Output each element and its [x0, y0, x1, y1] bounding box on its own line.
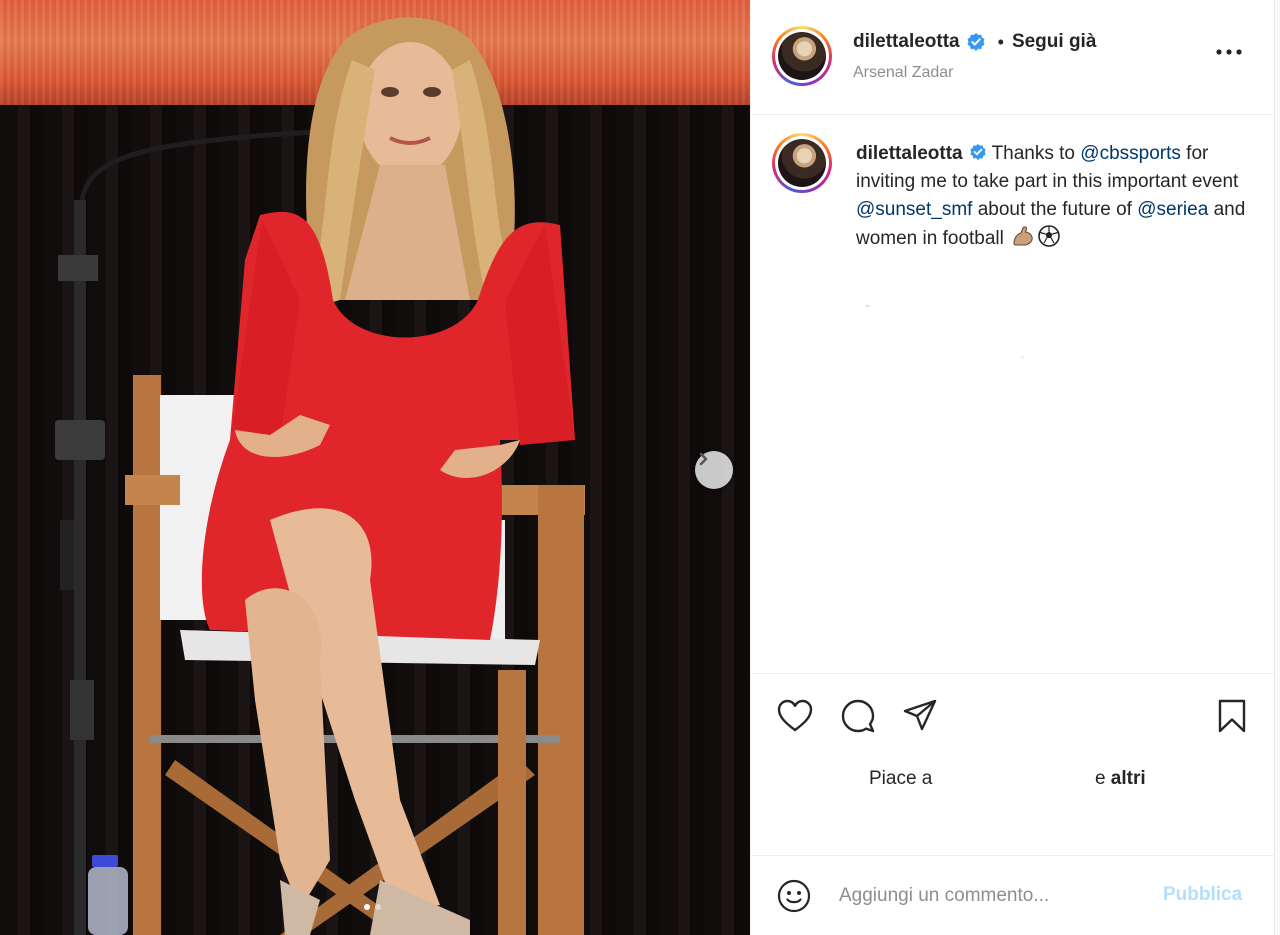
post-actions: Piace a e altri [751, 673, 1275, 853]
carousel-dot-active [364, 904, 370, 910]
bookmark-icon[interactable] [1216, 698, 1248, 734]
verified-badge-icon [969, 143, 986, 161]
caption-author-avatar[interactable] [772, 133, 832, 193]
follow-status-button[interactable]: Segui già [1012, 31, 1096, 53]
comment-composer: Pubblica [751, 855, 1275, 935]
carousel-dot [375, 904, 381, 910]
avatar-photo [778, 139, 826, 187]
heart-icon[interactable] [776, 698, 814, 734]
author-username[interactable]: dilettaleotta [853, 31, 960, 53]
comment-input[interactable] [839, 878, 1139, 914]
carousel-indicator [364, 904, 381, 910]
publish-button[interactable]: Pubblica [1163, 884, 1242, 906]
post-caption: dilettaleotta Thanks to @cbssports for i… [856, 140, 1246, 253]
water-bottle [88, 855, 128, 935]
instagram-post-modal: dilettaleotta • Segui già Arsenal Zadar … [0, 0, 1280, 935]
photo-scene [55, 17, 585, 935]
share-icon[interactable] [901, 698, 939, 734]
verified-badge-icon [967, 33, 985, 51]
mention-link[interactable]: @sunset_smf [856, 199, 972, 220]
post-photo[interactable] [0, 0, 750, 935]
comment-icon[interactable] [839, 698, 877, 734]
smiley-icon[interactable] [776, 878, 812, 914]
post-location[interactable]: Arsenal Zadar [853, 64, 954, 82]
likes-and: e [1094, 768, 1106, 789]
likes-prefix: Piace a [869, 768, 933, 789]
mention-link[interactable]: @seriea [1137, 199, 1208, 220]
blank-mark [866, 305, 869, 307]
header-separator: • [997, 31, 1004, 52]
next-slide-button[interactable] [695, 451, 733, 489]
chevron-right-icon [699, 452, 708, 466]
soccer-ball-emoji [1038, 225, 1060, 247]
mention-link[interactable]: @cbssports [1080, 143, 1181, 164]
flexed-biceps-emoji [1013, 226, 1033, 246]
caption-text: about the future of [977, 199, 1132, 220]
caption-username[interactable]: dilettaleotta [856, 143, 963, 164]
caption-text: Thanks to [991, 143, 1075, 164]
post-header: dilettaleotta • Segui già Arsenal Zadar [751, 0, 1275, 115]
likes-others-link[interactable]: altri [1111, 768, 1146, 789]
avatar-photo [778, 32, 826, 80]
blank-mark [1021, 356, 1024, 358]
likes-summary: Piace a e altri [869, 768, 1146, 790]
author-avatar[interactable] [772, 26, 832, 86]
more-options-icon[interactable] [1215, 47, 1243, 57]
post-details-panel: dilettaleotta • Segui già Arsenal Zadar … [750, 0, 1280, 935]
